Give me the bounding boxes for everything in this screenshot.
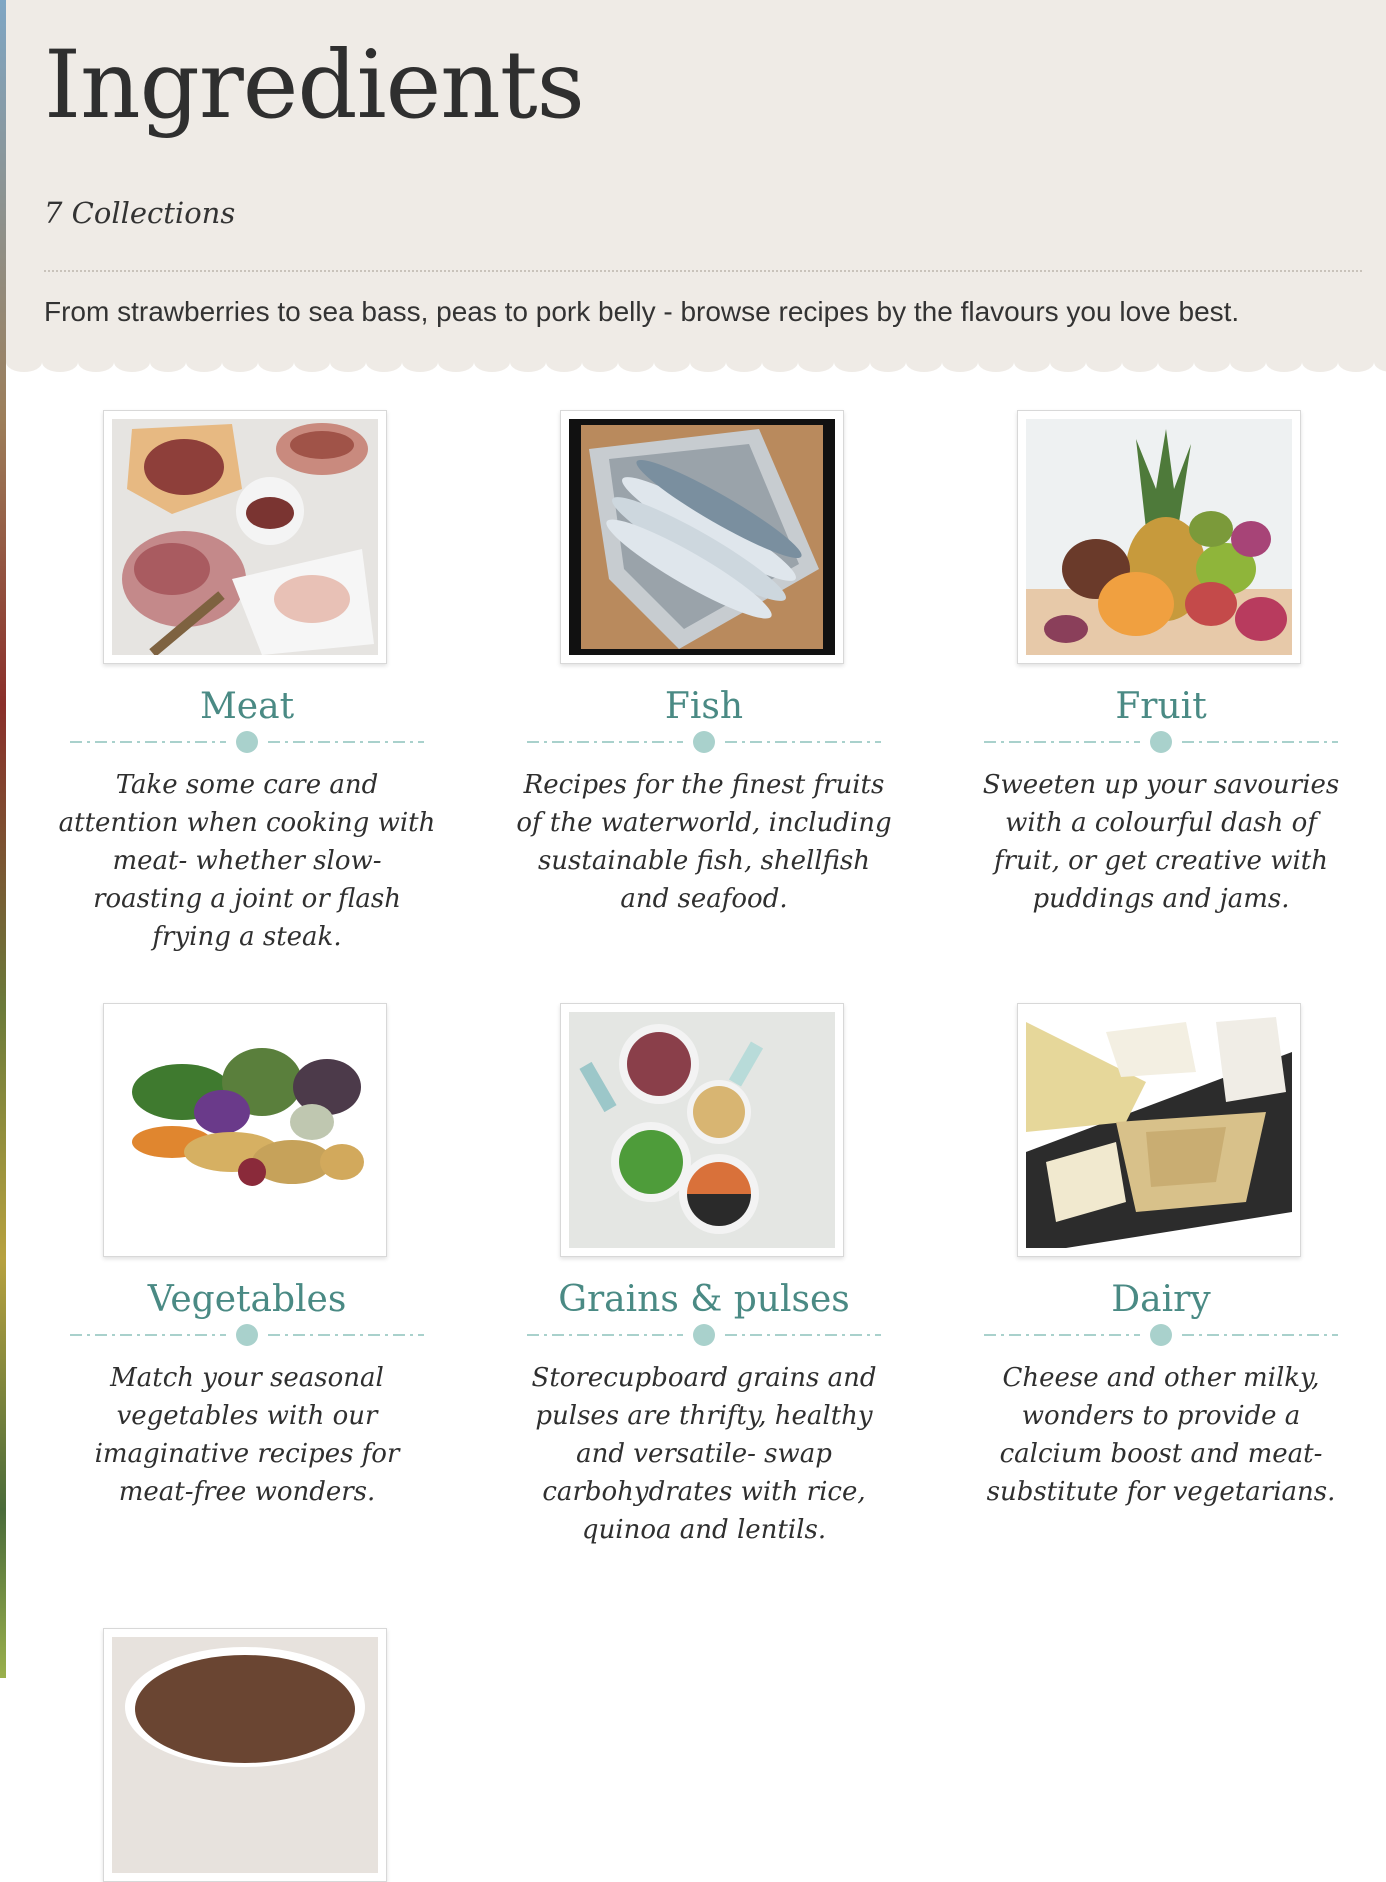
scallop [1158,354,1194,372]
fish-photo[interactable] [560,410,844,664]
scallop [1230,354,1266,372]
scallop [1122,354,1158,372]
vegetables-photo[interactable] [103,1003,387,1257]
card-title[interactable]: Dairy [972,1279,1350,1320]
card-description: Take some care and attention when cookin… [58,770,436,952]
scallop [1086,354,1122,372]
scalloped-edge [6,354,1386,372]
scallop [798,354,834,372]
scallop [978,354,1014,372]
card-title[interactable]: Fruit [972,686,1350,727]
scallop [6,354,42,372]
scallop [114,354,150,372]
page-title: Ingredients [44,31,585,140]
scallop [366,354,402,372]
dessert-photo[interactable] [103,1628,387,1882]
card-description: Storecupboard grains and pulses are thri… [531,1363,877,1545]
scallop [942,354,978,372]
scallop [1302,354,1338,372]
scallop [834,354,870,372]
dash-dot-divider [70,731,424,753]
scallop [258,354,294,372]
card-title[interactable]: Grains & pulses [515,1279,893,1320]
intro-text: From strawberries to sea bass, peas to p… [44,296,1240,327]
scallop [150,354,186,372]
scallop [1338,354,1374,372]
scallop [870,354,906,372]
scallop [906,354,942,372]
scallop [474,354,510,372]
card-description: Cheese and other milky, wonders to provi… [986,1363,1336,1507]
dairy-photo[interactable] [1017,1003,1301,1257]
card-title[interactable]: Meat [58,686,436,727]
dash-dot-divider [984,731,1338,753]
dash-dot-divider [984,1324,1338,1346]
scallop [510,354,546,372]
scallop [762,354,798,372]
scallop [690,354,726,372]
scallop [330,354,366,372]
scallop [546,354,582,372]
meat-photo[interactable] [103,410,387,664]
collection-count: 7 Collections [44,196,236,230]
dash-dot-divider [70,1324,424,1346]
ingredients-page: Ingredients 7 Collections From strawberr… [6,0,1386,1882]
fruit-photo[interactable] [1017,410,1301,664]
card-description: Recipes for the finest fruits of the wat… [516,770,892,914]
scallop [186,354,222,372]
dotted-divider [44,270,1362,272]
scallop [402,354,438,372]
scallop [1014,354,1050,372]
scallop [222,354,258,372]
scallop [1266,354,1302,372]
scallop [78,354,114,372]
dash-dot-divider [527,731,881,753]
card-title[interactable]: Vegetables [58,1279,436,1320]
scallop [438,354,474,372]
scallop [1050,354,1086,372]
scallop [294,354,330,372]
card-title[interactable]: Fish [515,686,893,727]
card-description: Match your seasonal vegetables with our … [94,1363,400,1507]
card-description: Sweeten up your savouries with a colourf… [982,770,1340,914]
scallop [42,354,78,372]
scallop [1194,354,1230,372]
scallop [618,354,654,372]
header-band: Ingredients 7 Collections From strawberr… [6,0,1386,362]
scallop [582,354,618,372]
scallop [654,354,690,372]
grains-photo[interactable] [560,1003,844,1257]
dash-dot-divider [527,1324,881,1346]
scallop [726,354,762,372]
